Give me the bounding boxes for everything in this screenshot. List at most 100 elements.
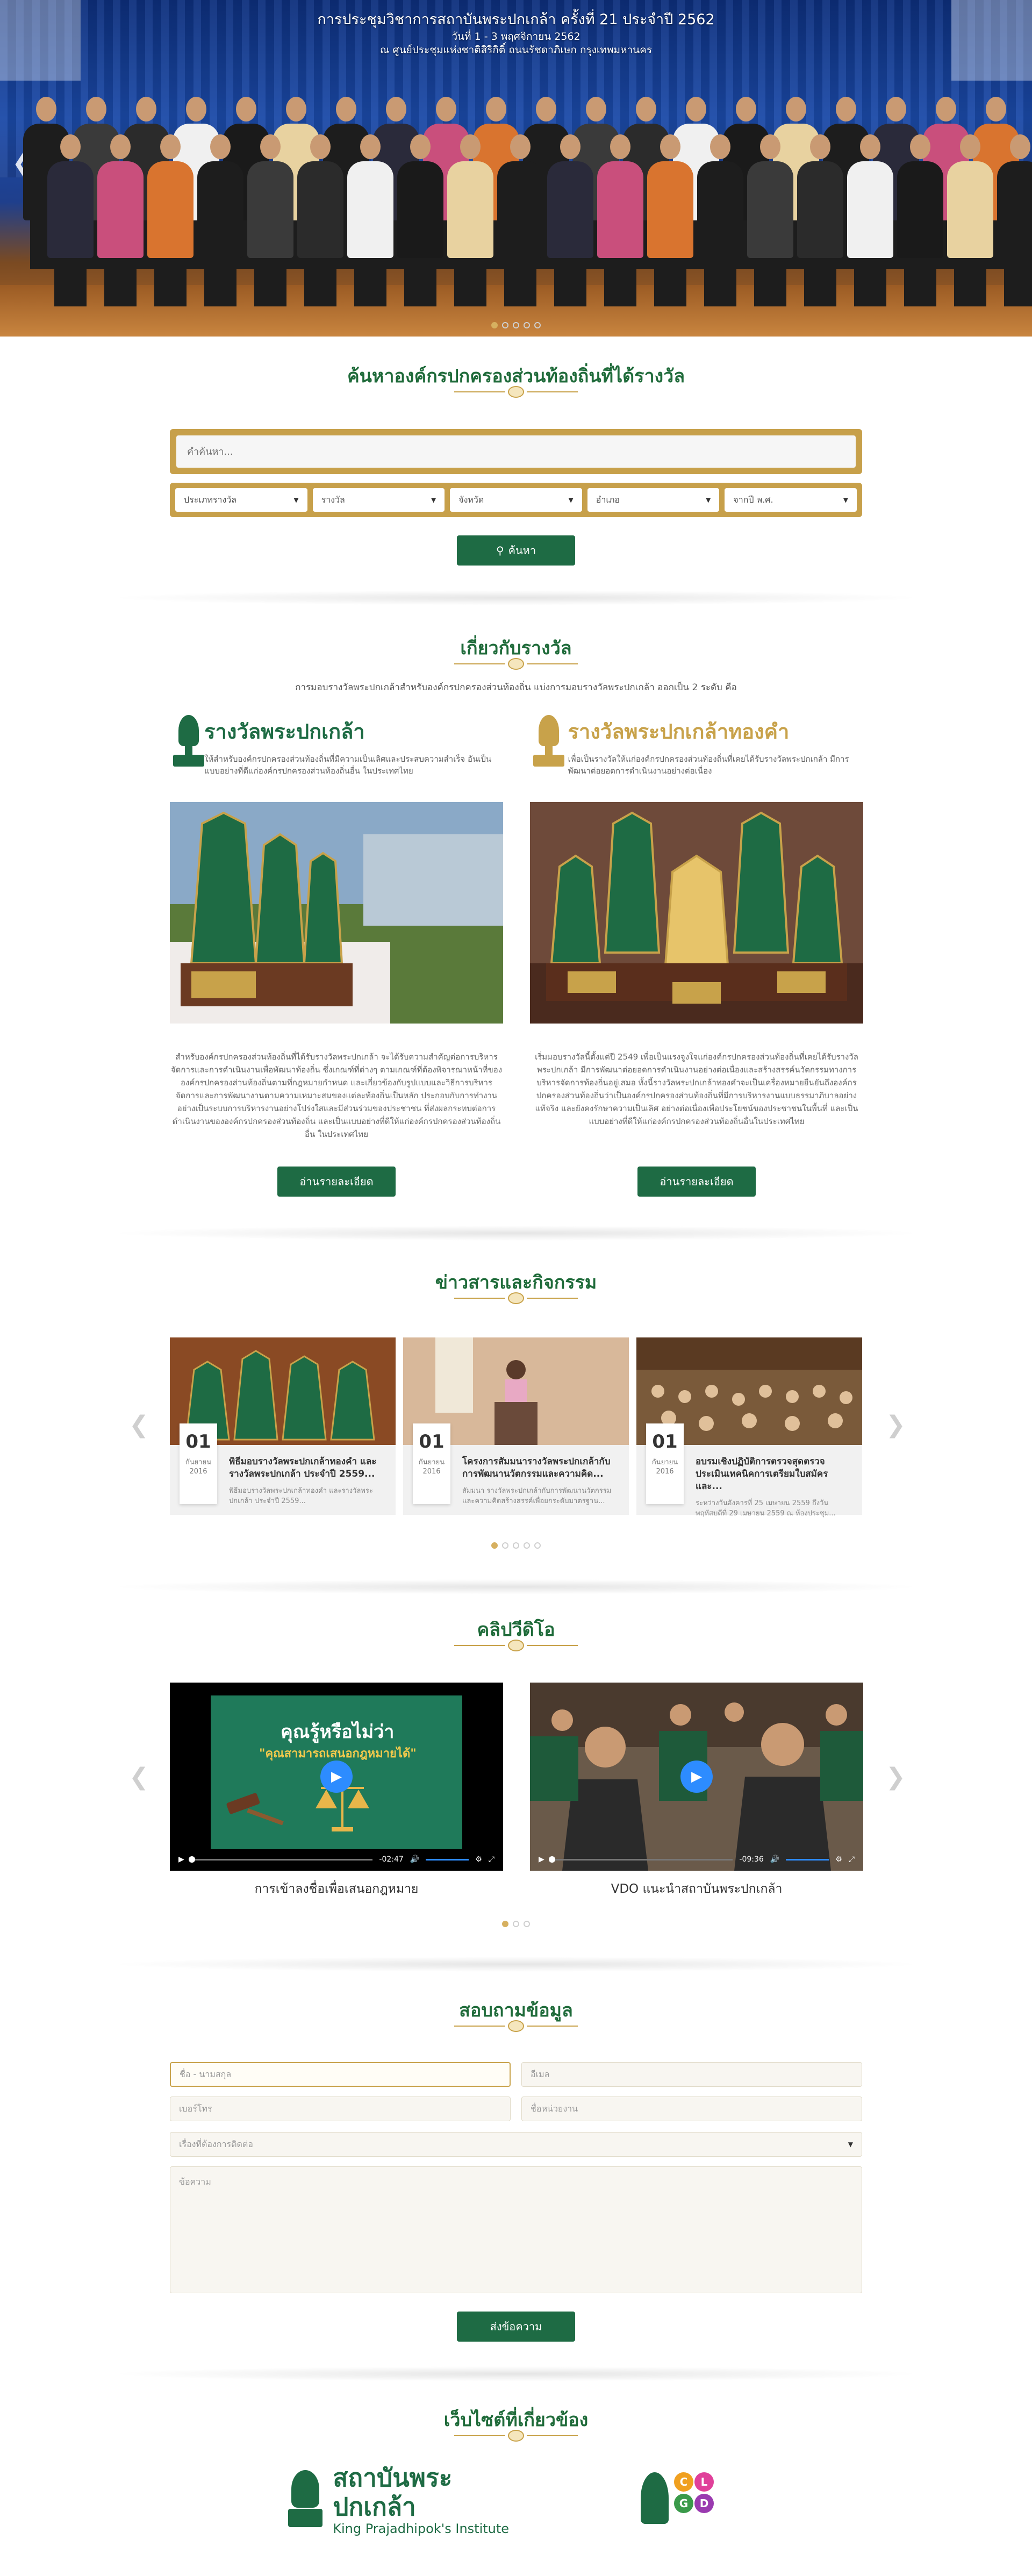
- news-date: 01 กันยายน 2016: [646, 1423, 684, 1504]
- search-input[interactable]: [176, 435, 856, 468]
- play-icon[interactable]: ▶: [320, 1761, 353, 1793]
- clgd-seal-icon: [641, 2472, 669, 2524]
- email-field[interactable]: อีเมล: [521, 2062, 862, 2087]
- filter-district[interactable]: อำเภอ ▼: [587, 488, 720, 512]
- read-more-button-gold[interactable]: อ่านรายละเอียด: [637, 1167, 756, 1197]
- award-summary: ให้สำหรับองค์กรปกครองส่วนท้องถิ่นที่มีคว…: [204, 754, 492, 776]
- gavel-icon: [226, 1793, 284, 1826]
- video-caption[interactable]: VDO แนะนำสถาบันพระปกเกล้า: [530, 1879, 863, 1899]
- pagination-dot[interactable]: [513, 1542, 519, 1549]
- section-divider: [108, 1226, 924, 1241]
- section-divider: [108, 1957, 924, 1972]
- video-seekbar[interactable]: [548, 1856, 733, 1863]
- play-small-icon[interactable]: ▶: [178, 1855, 184, 1864]
- clgd-logo-link[interactable]: C L G D: [641, 2470, 716, 2529]
- search-button-label: ค้นหา: [508, 544, 536, 557]
- news-prev-arrow-icon[interactable]: ❮: [129, 1411, 149, 1439]
- person-figure: [146, 134, 195, 306]
- hero-date: วันที่ 1 - 3 พฤศจิกายน 2562: [452, 31, 580, 42]
- pagination-dot[interactable]: [534, 1542, 541, 1549]
- video-player-kpi[interactable]: ▶ ▶ -09:36 🔊 ⚙ ⤢: [530, 1683, 863, 1871]
- submit-button[interactable]: ส่งข้อความ: [457, 2312, 575, 2342]
- name-field[interactable]: ชื่อ - นามสกุล: [170, 2062, 511, 2087]
- about-intro: การมอบรางวัลพระปกเกล้าสำหรับองค์กรปกครอง…: [295, 682, 737, 693]
- pagination-dot[interactable]: [502, 1921, 508, 1927]
- name-placeholder: ชื่อ - นามสกุล: [180, 2069, 232, 2079]
- related-ornament: [454, 2430, 578, 2442]
- group-photo: [0, 97, 1032, 306]
- person-figure: [895, 134, 945, 306]
- search-button[interactable]: ⚲ ค้นหา: [457, 535, 575, 566]
- person-figure: [796, 134, 845, 306]
- news-next-arrow-icon[interactable]: ❯: [886, 1411, 906, 1439]
- chevron-down-icon: ▼: [293, 496, 299, 504]
- video-seekbar[interactable]: [188, 1856, 373, 1863]
- pagination-dot[interactable]: [524, 1542, 530, 1549]
- pagination-dot[interactable]: [534, 322, 541, 328]
- search-filters: ประเภทรางวัล ▼ รางวัล ▼ จังหวัด ▼ อำเภอ ▼ จา…: [170, 483, 862, 517]
- award-column-gold: รางวัลพระปกเกล้าทองคำ เพื่อเป็นรางวัลให้…: [530, 715, 863, 777]
- news-pagination: [0, 1541, 1032, 1551]
- clgd-letter: C: [674, 2472, 693, 2492]
- video-caption[interactable]: การเข้าลงชื่อเพื่อเสนอกฎหมาย: [170, 1879, 503, 1899]
- phone-field[interactable]: เบอร์โทร: [170, 2096, 511, 2121]
- award-summary: เพื่อเป็นรางวัลให้แก่องค์กรปกครองส่วนท้อ…: [568, 754, 849, 776]
- volume-slider[interactable]: [426, 1858, 469, 1861]
- clgd-letter: D: [694, 2494, 714, 2513]
- pagination-dot[interactable]: [502, 1542, 508, 1549]
- hero-slider: การประชุมวิชาการสถาบันพระปกเกล้า ครั้งที…: [0, 0, 1032, 337]
- video-overlay-title: คุณรู้หรือไม่ว่า: [281, 1721, 395, 1743]
- chevron-down-icon: ▼: [848, 2141, 853, 2148]
- volume-slider[interactable]: [786, 1858, 829, 1861]
- read-more-button-kpi[interactable]: อ่านรายละเอียด: [277, 1167, 396, 1197]
- filter-year[interactable]: จากปี พ.ศ. ▼: [725, 488, 857, 512]
- person-figure: [46, 134, 95, 306]
- video-pagination: [0, 1919, 1032, 1929]
- play-small-icon[interactable]: ▶: [539, 1855, 544, 1864]
- news-card[interactable]: 01 กันยายน 2016 พิธีมอบรางวัลพระปกเกล้าทอ…: [170, 1337, 396, 1515]
- news-month: กันยายน: [651, 1458, 678, 1466]
- news-card[interactable]: 01 กันยายน 2016 โครงการสัมมนารางวัลพระปกเ…: [403, 1337, 629, 1515]
- pagination-dot[interactable]: [513, 322, 519, 328]
- news-title[interactable]: โครงการสัมมนารางวัลพระปกเกล้ากับการพัฒนา…: [462, 1456, 621, 1480]
- fullscreen-icon[interactable]: ⤢: [849, 1855, 855, 1864]
- person-figure: [546, 134, 595, 306]
- video-controls: ▶ -09:36 🔊 ⚙ ⤢: [530, 1848, 863, 1871]
- organization-field[interactable]: ชื่อหน่วยงาน: [521, 2096, 862, 2121]
- filter-award-type[interactable]: ประเภทรางวัล ▼: [175, 488, 307, 512]
- pagination-dot[interactable]: [524, 1921, 530, 1927]
- search-icon: ⚲: [496, 544, 504, 557]
- pagination-dot[interactable]: [491, 1542, 498, 1549]
- kpi-logo-link[interactable]: สถาบันพระปกเกล้า King Prajadhipok's Inst…: [286, 2463, 533, 2536]
- video-next-arrow-icon[interactable]: ❯: [886, 1763, 906, 1791]
- video-time: -02:47: [379, 1855, 404, 1864]
- pagination-dot[interactable]: [524, 322, 530, 328]
- topic-select[interactable]: เรื่องที่ต้องการติดต่อ ▼: [170, 2132, 862, 2157]
- news-title[interactable]: อบรมเชิงปฏิบัติการตรวจสุดตรวจประเมินเทคน…: [696, 1456, 854, 1493]
- pagination-dot[interactable]: [502, 322, 508, 328]
- volume-icon[interactable]: 🔊: [770, 1855, 779, 1864]
- person-figure: [346, 134, 395, 306]
- volume-icon[interactable]: 🔊: [410, 1855, 419, 1864]
- pagination-dot[interactable]: [491, 322, 498, 328]
- pagination-dot[interactable]: [513, 1921, 519, 1927]
- fullscreen-icon[interactable]: ⤢: [489, 1855, 494, 1864]
- person-figure: [96, 134, 145, 306]
- hero-subtitle: วันที่ 1 - 3 พฤศจิกายน 2562 ณ ศูนย์ประชุ…: [0, 30, 1032, 57]
- play-icon[interactable]: ▶: [680, 1761, 713, 1793]
- settings-gear-icon[interactable]: ⚙: [835, 1855, 842, 1864]
- award-column-kpi: รางวัลพระปกเกล้า ให้สำหรับองค์กรปกครองส่…: [170, 715, 503, 777]
- settings-gear-icon[interactable]: ⚙: [475, 1855, 482, 1864]
- news-title[interactable]: พิธีมอบรางวัลพระปกเกล้าทองคำ และรางวัลพร…: [229, 1456, 388, 1480]
- news-card[interactable]: 01 กันยายน 2016 อบรมเชิงปฏิบัติการตรวจสุด…: [636, 1337, 862, 1518]
- filter-award[interactable]: รางวัล ▼: [312, 488, 445, 512]
- video-controls: ▶ -02:47 🔊 ⚙ ⤢: [170, 1848, 503, 1871]
- person-figure: [296, 134, 345, 306]
- news-year: 2016: [656, 1468, 674, 1476]
- filter-label: ประเภทรางวัล: [184, 494, 237, 505]
- video-player-law[interactable]: คุณรู้หรือไม่ว่า "คุณสามารถเสนอกฎหมายได้…: [170, 1683, 503, 1871]
- filter-province[interactable]: จังหวัด ▼: [450, 488, 582, 512]
- person-figure: [845, 134, 895, 306]
- message-textarea[interactable]: ข้อความ: [170, 2166, 862, 2293]
- video-prev-arrow-icon[interactable]: ❮: [129, 1763, 149, 1791]
